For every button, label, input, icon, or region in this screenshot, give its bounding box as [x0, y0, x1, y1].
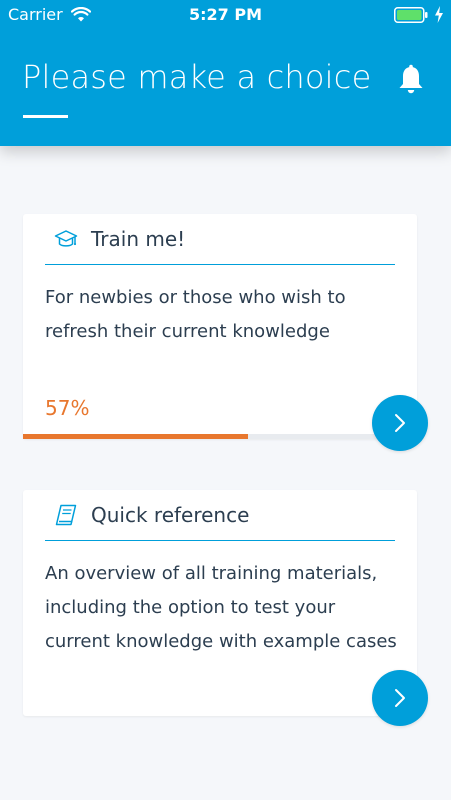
progress-fill	[23, 434, 248, 439]
progress-bar	[23, 434, 417, 439]
quick-reference-next-button[interactable]	[372, 670, 428, 726]
card-header: Train me!	[45, 214, 395, 265]
train-me-next-button[interactable]	[372, 395, 428, 451]
title-underline	[23, 115, 68, 118]
page-title: Please make a choice	[22, 58, 372, 96]
chevron-right-icon	[395, 689, 405, 707]
graduation-cap-icon	[54, 230, 78, 247]
clock: 5:27 PM	[188, 5, 262, 24]
book-icon	[55, 504, 77, 526]
app-header: Carrier 5:27 PM Please make a choice	[0, 0, 451, 146]
status-bar: Carrier 5:27 PM	[0, 0, 451, 30]
train-me-card[interactable]: Train me! For newbies or those who wish …	[23, 214, 417, 439]
card-header: Quick reference	[45, 490, 395, 541]
charging-bolt-icon	[435, 6, 443, 23]
battery-icon	[394, 7, 428, 23]
chevron-right-icon	[395, 414, 405, 432]
progress-percentage: 57%	[45, 396, 90, 420]
quick-reference-card[interactable]: Quick reference An overview of all train…	[23, 490, 417, 716]
card-description: An overview of all training materials, i…	[45, 563, 397, 652]
bell-icon[interactable]	[396, 64, 426, 96]
card-description: For newbies or those who wish to refresh…	[45, 287, 346, 342]
card-title: Train me!	[91, 227, 186, 251]
card-title: Quick reference	[91, 503, 250, 527]
